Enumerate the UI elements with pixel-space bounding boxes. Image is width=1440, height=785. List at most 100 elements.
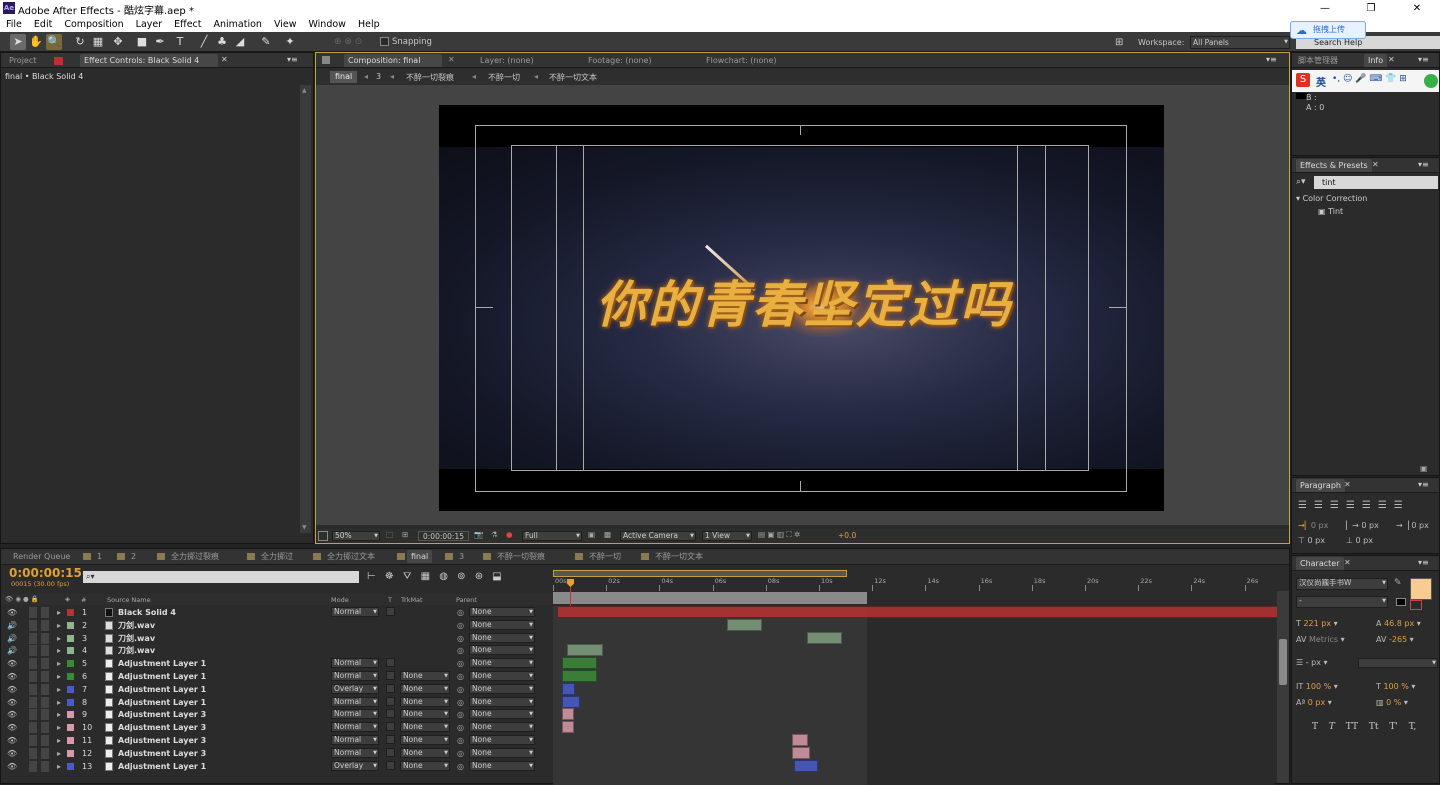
- black-swatch[interactable]: [1396, 598, 1406, 606]
- twirl-icon[interactable]: ▸: [57, 645, 61, 656]
- category-color-correction[interactable]: ▾ Color Correction: [1296, 194, 1367, 203]
- parent-select[interactable]: None: [469, 747, 535, 758]
- indent-right[interactable]: →▕ 0 px: [1396, 521, 1429, 530]
- pan-behind-tool-icon[interactable]: ✥: [110, 34, 126, 50]
- menu-item-effect[interactable]: Effect: [168, 17, 207, 32]
- solo-toggle[interactable]: [29, 722, 37, 734]
- trkmat-select[interactable]: None: [400, 696, 450, 707]
- label-color[interactable]: [67, 724, 74, 732]
- region-icon[interactable]: ⬚: [386, 530, 393, 539]
- label-color[interactable]: [67, 621, 74, 629]
- label-color[interactable]: [67, 737, 74, 744]
- solo-toggle[interactable]: [29, 632, 37, 644]
- layer-name[interactable]: 刀剑.wav: [118, 620, 155, 631]
- pickwhip-icon[interactable]: ◎: [457, 645, 464, 656]
- layer-bar[interactable]: [727, 618, 762, 631]
- twirl-icon[interactable]: ▸: [57, 607, 61, 618]
- text-style-buttons[interactable]: T T TT Tt T' T,: [1312, 722, 1416, 732]
- twirl-icon[interactable]: ▸: [57, 748, 61, 759]
- layer-name[interactable]: Adjustment Layer 1: [118, 658, 206, 669]
- close-tab-icon[interactable]: ✕: [1372, 160, 1379, 169]
- panel-menu-icon[interactable]: ▾≡: [1418, 55, 1429, 64]
- mode-select[interactable]: Normal: [331, 747, 379, 758]
- twirl-icon[interactable]: ▸: [57, 709, 61, 720]
- close-window-button[interactable]: ✕: [1394, 0, 1440, 17]
- mode-select[interactable]: Normal: [331, 671, 379, 681]
- baseline-shift-field[interactable]: Aª 0 px ▾: [1296, 698, 1332, 707]
- lock-toggle[interactable]: [41, 619, 49, 631]
- timeline-tab[interactable]: Render Queue: [9, 550, 74, 563]
- lock-toggle[interactable]: [41, 671, 49, 682]
- camera-select[interactable]: Active Camera: [620, 531, 696, 541]
- label-color[interactable]: [67, 609, 74, 616]
- solo-toggle[interactable]: [29, 760, 37, 772]
- sogou-icon[interactable]: S: [1296, 73, 1310, 87]
- menu-item-composition[interactable]: Composition: [58, 17, 129, 32]
- layer-bar[interactable]: [562, 708, 574, 721]
- menu-item-edit[interactable]: Edit: [28, 17, 58, 32]
- font-family-select[interactable]: 汉仪尚巍手书W: [1296, 578, 1388, 590]
- new-preset-icon[interactable]: ▣: [1420, 464, 1428, 473]
- workspace-select[interactable]: All Panels: [1190, 36, 1290, 49]
- trkmat-select[interactable]: None: [400, 747, 450, 758]
- timeline-tab[interactable]: 全力掷过裂痕: [167, 550, 223, 563]
- vertical-scale-field[interactable]: IT 100 % ▾: [1296, 682, 1338, 691]
- menu-item-help[interactable]: Help: [352, 17, 386, 32]
- timeline-tab[interactable]: 不醉一切: [585, 550, 625, 563]
- mode-select[interactable]: Normal: [331, 735, 379, 745]
- exposure-value[interactable]: +0.0: [838, 531, 856, 540]
- lock-toggle[interactable]: [41, 760, 49, 772]
- solo-toggle[interactable]: [29, 671, 37, 682]
- work-area-bar[interactable]: [553, 570, 847, 577]
- pickwhip-icon[interactable]: ◎: [457, 697, 464, 708]
- font-style-select[interactable]: -: [1296, 596, 1388, 608]
- pickwhip-icon[interactable]: ◎: [457, 761, 464, 772]
- channel-icon[interactable]: ●: [506, 530, 513, 539]
- parent-select[interactable]: None: [469, 645, 535, 656]
- label-color[interactable]: [67, 673, 74, 680]
- tab-character[interactable]: Character: [1296, 557, 1344, 570]
- fill-color-swatch[interactable]: [1410, 578, 1432, 600]
- layer-bar[interactable]: [807, 631, 842, 644]
- menu-item-view[interactable]: View: [268, 17, 303, 32]
- layer-name[interactable]: 刀剑.wav: [118, 645, 155, 656]
- snapping-checkbox[interactable]: [380, 37, 389, 46]
- layer-name[interactable]: Black Solid 4: [118, 607, 176, 618]
- menu-item-layer[interactable]: Layer: [130, 17, 169, 32]
- lock-toggle[interactable]: [41, 645, 49, 657]
- indent-left[interactable]: →▏0 px: [1298, 521, 1328, 530]
- always-preview-icon[interactable]: [318, 531, 328, 541]
- panel-menu-icon[interactable]: ▾≡: [1266, 55, 1277, 64]
- snapshot-icon[interactable]: 📷: [474, 530, 483, 539]
- layer-bar[interactable]: [562, 670, 597, 682]
- label-color[interactable]: [67, 762, 74, 770]
- type-tool-icon[interactable]: T: [172, 34, 188, 50]
- twirl-icon[interactable]: ▸: [57, 620, 61, 631]
- pickwhip-icon[interactable]: ◎: [457, 658, 464, 669]
- panel-menu-icon[interactable]: ▾≡: [1418, 480, 1429, 489]
- transparency-grid-icon[interactable]: ▩: [604, 530, 611, 539]
- roi-icon[interactable]: ▣: [588, 530, 595, 539]
- layer-row[interactable]: 👁 ▸ 5 Adjustment Layer 1 Normal ◎ None: [1, 657, 1291, 670]
- pickwhip-icon[interactable]: ◎: [457, 671, 464, 682]
- lock-toggle[interactable]: [41, 709, 49, 721]
- layer-bar[interactable]: [557, 606, 1279, 618]
- eye-icon[interactable]: 👁: [7, 658, 17, 669]
- ime-tools-icon[interactable]: •, ☺ 🎤 ⌨ 👕 ⊞: [1332, 74, 1407, 84]
- current-time-display[interactable]: 0:00:00:15: [9, 566, 82, 580]
- tab-layer[interactable]: Layer: (none): [476, 54, 538, 67]
- lock-toggle[interactable]: [41, 696, 49, 708]
- mode-select[interactable]: Normal: [331, 722, 379, 733]
- tab-flowchart[interactable]: Flowchart: (none): [702, 54, 781, 67]
- layer-name[interactable]: Adjustment Layer 1: [118, 697, 206, 708]
- align-buttons[interactable]: ☰☰☰☰☰☰☰: [1298, 500, 1410, 511]
- layer-bar[interactable]: [562, 695, 580, 708]
- lock-toggle[interactable]: [41, 658, 49, 670]
- lock-icon[interactable]: [322, 56, 330, 64]
- lock-toggle[interactable]: [41, 722, 49, 734]
- pickwhip-icon[interactable]: ◎: [457, 709, 464, 720]
- pickwhip-icon[interactable]: ◎: [457, 633, 464, 644]
- layer-row[interactable]: 👁 ▸ 7 Adjustment Layer 1 Overlay None ◎ None: [1, 682, 1291, 696]
- solo-toggle[interactable]: [29, 735, 37, 746]
- eye-icon[interactable]: 👁: [7, 735, 17, 746]
